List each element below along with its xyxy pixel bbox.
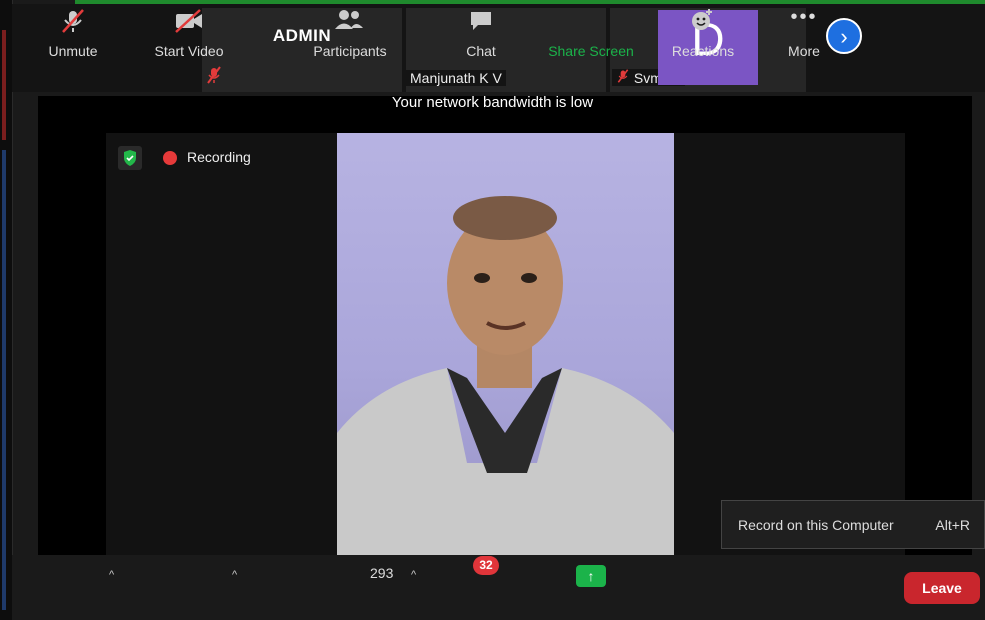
muted-mic-icon (206, 66, 222, 88)
start-video-button[interactable]: Start Video (148, 0, 230, 65)
video-options-caret-icon[interactable]: ^ (232, 569, 237, 581)
participants-label: Participants (313, 43, 387, 59)
speaker-illustration (337, 196, 674, 555)
chat-label: Chat (466, 43, 496, 59)
chat-bubble-icon (456, 8, 506, 34)
next-page-button[interactable]: › (826, 18, 862, 54)
shield-icon[interactable] (118, 146, 142, 170)
participants-options-caret-icon[interactable]: ^ (411, 569, 416, 581)
audio-options-caret-icon[interactable]: ^ (109, 569, 114, 581)
chat-button[interactable]: Chat (456, 0, 506, 65)
unmute-label: Unmute (48, 43, 98, 59)
recording-status-label: Recording (187, 149, 251, 165)
record-tooltip-label: Record on this Computer (738, 517, 894, 533)
share-screen-icon: ↑ (576, 565, 606, 587)
participants-count: 293 (370, 565, 394, 581)
left-strip-red (2, 30, 6, 140)
speaker-video (337, 133, 674, 555)
thumbnail-manjunath-name: Manjunath K V (406, 70, 506, 86)
share-screen-button[interactable]: Share Screen (545, 0, 637, 65)
unmute-button[interactable]: Unmute (40, 0, 106, 65)
start-video-label: Start Video (154, 43, 224, 59)
left-window-strip (0, 0, 13, 620)
ellipsis-icon: ••• (790, 6, 818, 28)
record-tooltip: Record on this Computer Alt+R (721, 500, 985, 549)
chat-unread-badge: 32 (473, 556, 499, 575)
participants-icon (306, 8, 394, 34)
emoji-plus-icon (668, 8, 738, 34)
reactions-button[interactable]: Reactions (668, 0, 738, 65)
muted-mic-icon (40, 8, 106, 34)
muted-mic-icon (616, 69, 634, 86)
chevron-right-icon: › (840, 24, 848, 49)
recording-dot-icon (163, 151, 177, 165)
reactions-label: Reactions (671, 43, 735, 59)
more-label: More (788, 43, 820, 59)
more-button[interactable]: ••• More (778, 0, 830, 65)
left-strip-blue (2, 150, 6, 610)
leave-button[interactable]: Leave (904, 572, 980, 604)
participants-button[interactable]: Participants (306, 0, 394, 65)
video-off-icon (148, 8, 230, 34)
record-tooltip-shortcut: Alt+R (935, 517, 970, 533)
share-screen-label: Share Screen (548, 43, 634, 59)
bandwidth-notice: Your network bandwidth is low (391, 94, 594, 111)
